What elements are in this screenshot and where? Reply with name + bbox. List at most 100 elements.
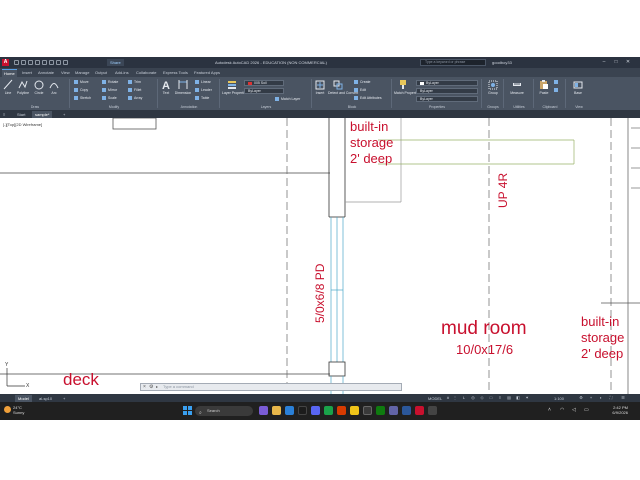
plus-icon[interactable]: + [588,395,594,401]
tab-manage[interactable]: Manage [73,69,91,77]
wrench-icon[interactable]: ⚙ [149,384,153,390]
text-tool[interactable]: A Text [159,79,173,95]
tab-featured-apps[interactable]: Featured Apps [192,69,222,77]
rotate-tool[interactable]: Rotate [102,79,118,85]
snap-icon[interactable]: ⋮ [452,395,458,401]
isolate-icon[interactable]: ◐ [598,395,604,401]
color-combo[interactable]: ByLayer [416,80,478,86]
chevron-up-icon[interactable]: ˄ [548,407,551,413]
stretch-tool[interactable]: Stretch [74,95,91,101]
tab-sample[interactable]: sample* [32,111,53,118]
trim-tool[interactable]: Trim [128,79,141,85]
paste-tool[interactable]: Paste [537,79,551,95]
store-icon[interactable] [298,406,307,415]
minimize-button[interactable]: – [600,59,608,66]
workspace-gear-icon[interactable]: ⚙ [578,395,584,401]
discord-icon[interactable] [311,406,320,415]
transparency-icon[interactable]: ▤ [506,395,512,401]
annotation-visibility-icon[interactable]: ✶ [524,395,530,401]
ortho-icon[interactable]: L [461,395,467,401]
create-block-tool[interactable]: Create [354,79,371,85]
keyword-search-input[interactable]: Type a keyword or phrase [420,59,486,66]
system-clock[interactable]: 2:42 PM 6/9/2026 [612,405,628,415]
undo-icon[interactable] [56,60,61,65]
move-tool[interactable]: Move [74,79,89,85]
leader-tool[interactable]: Leader [195,87,212,93]
open-file-icon[interactable] [21,60,26,65]
excel-icon[interactable] [376,406,385,415]
autocad-logo-icon[interactable]: A [2,59,9,66]
linetype-combo[interactable]: ByLayer [416,96,478,102]
autocad-taskbar-icon[interactable] [415,406,424,415]
circle-tool[interactable]: Circle [32,79,46,95]
save-as-icon[interactable] [35,60,40,65]
tab-annotate[interactable]: Annotate [36,69,56,77]
isodraft-icon[interactable]: ◇ [479,395,485,401]
viewport-controls[interactable]: [-][Top][2D Wireframe] [3,122,42,127]
terminal-icon[interactable] [428,406,437,415]
polar-icon[interactable]: ◎ [470,395,476,401]
mirror-tool[interactable]: Mirror [102,87,117,93]
web-icon[interactable] [42,60,47,65]
fillet-tool[interactable]: Fillet [128,87,141,93]
cut-clip-tool[interactable] [554,87,560,93]
weather-widget[interactable]: 24°C Sunny [4,405,24,415]
command-line-input[interactable]: × ⚙ ▸ Type a command [140,383,402,391]
linear-dimension-tool[interactable]: Linear [195,79,211,85]
office-icon[interactable] [337,406,346,415]
settings-gear-icon[interactable] [363,406,372,415]
word-icon[interactable] [402,406,411,415]
array-tool[interactable]: Array [128,95,142,101]
annotation-scale[interactable]: 1:100 [551,395,567,402]
layer-properties-tool[interactable]: Layer Properties [222,79,248,95]
lineweight-icon[interactable]: ≡ [497,395,503,401]
tab-layout[interactable]: al-sp10 [36,395,55,402]
line-tool[interactable]: Line [1,79,15,95]
group-tool[interactable]: Group [486,79,500,95]
chrome-icon[interactable] [350,406,359,415]
print-icon[interactable] [49,60,54,65]
maximize-button[interactable]: □ [612,59,620,66]
object-snap-icon[interactable]: □ [488,395,494,401]
scale-tool[interactable]: Scale [102,95,117,101]
new-layout-plus-icon[interactable]: + [60,395,68,402]
customize-menu-icon[interactable]: ☰ [620,395,626,401]
user-account[interactable]: goodboy33 [492,60,512,65]
copy-clip-tool[interactable] [554,79,560,85]
model-space-toggle[interactable]: MODEL [425,395,445,402]
tab-start[interactable]: Start [14,111,28,118]
measure-tool[interactable]: Measure [510,79,524,95]
tab-output[interactable]: Output [93,69,109,77]
arc-tool[interactable]: Arc [47,79,61,95]
tab-view[interactable]: View [59,69,72,77]
lineweight-combo[interactable]: ByLayer [416,88,478,94]
detect-convert-tool[interactable]: Detect and Convert [328,79,358,95]
close-command-icon[interactable]: × [143,384,146,390]
share-button[interactable]: Share [107,59,124,66]
tab-home[interactable]: Home [2,69,17,77]
wifi-icon[interactable]: ◠ [560,407,564,413]
tab-model[interactable]: Model [15,395,32,402]
start-windows-icon[interactable] [183,406,192,415]
task-view-icon[interactable] [259,406,268,415]
tab-insert[interactable]: Insert [20,69,34,77]
drawing-canvas[interactable]: [-][Top][2D Wireframe] built-in storage … [0,118,640,394]
speaker-icon[interactable]: ◁ [572,407,576,413]
layer-linetype-combo[interactable]: ByLayer [244,88,284,94]
file-explorer-icon[interactable] [272,406,281,415]
grid-icon[interactable]: # [445,395,451,401]
polyline-tool[interactable]: Polyline [16,79,30,95]
spotify-icon[interactable] [324,406,333,415]
teams-icon[interactable] [389,406,398,415]
edit-block-tool[interactable]: Edit [354,87,366,93]
tab-express-tools[interactable]: Express Tools [161,69,190,77]
dimension-tool[interactable]: Dimension [174,79,192,95]
save-icon[interactable] [28,60,33,65]
tab-add-ins[interactable]: Add-ins [113,69,131,77]
edit-attributes-tool[interactable]: Edit Attributes [354,95,382,101]
menu-icon[interactable]: ≡ [0,111,8,118]
edge-browser-icon[interactable] [285,406,294,415]
table-tool[interactable]: Table [195,95,209,101]
redo-icon[interactable] [63,60,68,65]
base-view-tool[interactable]: Base [571,79,585,95]
